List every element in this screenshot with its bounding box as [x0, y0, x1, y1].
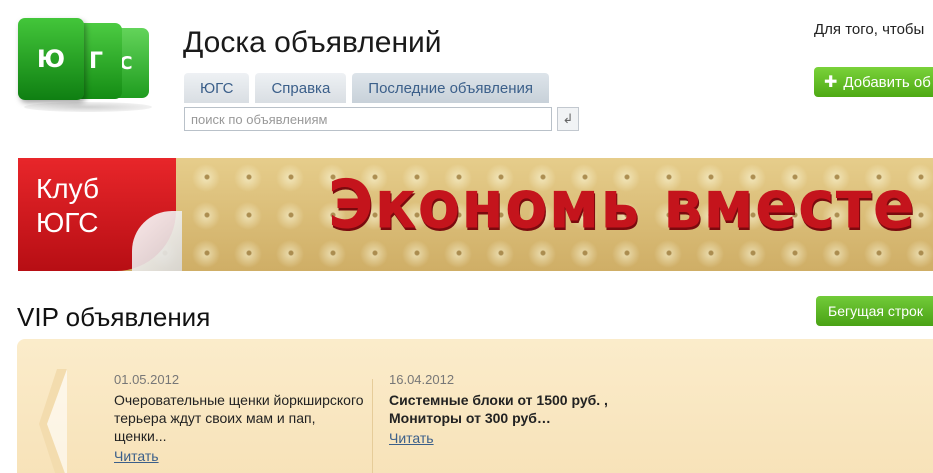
ad-text: Системные блоки от 1500 руб. , Мониторы … [389, 392, 608, 426]
ticker-button[interactable]: Бегущая строк [816, 296, 933, 326]
banner-slogan: Экономь вместе с [328, 165, 933, 244]
tab-help[interactable]: Справка [255, 73, 347, 103]
vip-section-title: VIP объявления [17, 302, 211, 332]
search-input[interactable] [184, 107, 552, 131]
prev-arrow-icon[interactable] [39, 369, 71, 473]
ad-divider [372, 379, 373, 473]
hint-text: Для того, чтобы [814, 21, 925, 38]
club-badge: Клуб ЮГС [18, 158, 182, 271]
tab-ygs[interactable]: ЮГС [184, 73, 250, 103]
plus-icon: ✚ [824, 74, 838, 91]
vip-ads-panel: 01.05.2012 Очеровательные щенки йоркширс… [17, 339, 933, 473]
search-bar: ↲ [184, 107, 579, 131]
add-ad-button[interactable]: ✚ Добавить об [814, 67, 933, 97]
logo-shadow [24, 102, 152, 112]
site-logo[interactable]: С Г Ю [18, 18, 158, 112]
logo-card-yu: Ю [18, 18, 84, 100]
ad-text: Очеровательные щенки йоркширского терьер… [114, 392, 364, 444]
top-tabs: ЮГС Справка Последние объявления [184, 73, 550, 103]
search-submit-button[interactable]: ↲ [557, 107, 579, 131]
club-line-1: Клуб [36, 173, 99, 204]
page-title: Доска объявлений [183, 26, 442, 59]
tab-latest-ads[interactable]: Последние объявления [352, 73, 550, 103]
add-ad-button-label: Добавить об [843, 73, 931, 91]
vip-ad-item: 16.04.2012 Системные блоки от 1500 руб. … [389, 371, 649, 447]
vip-ad-item: 01.05.2012 Очеровательные щенки йоркширс… [114, 371, 364, 465]
ad-read-link[interactable]: Читать [389, 429, 434, 447]
ad-date: 16.04.2012 [389, 372, 455, 387]
promo-banner[interactable]: Клуб ЮГС Экономь вместе с [18, 158, 933, 271]
ad-date: 01.05.2012 [114, 372, 180, 387]
enter-icon: ↲ [562, 111, 574, 126]
ad-read-link[interactable]: Читать [114, 447, 159, 465]
